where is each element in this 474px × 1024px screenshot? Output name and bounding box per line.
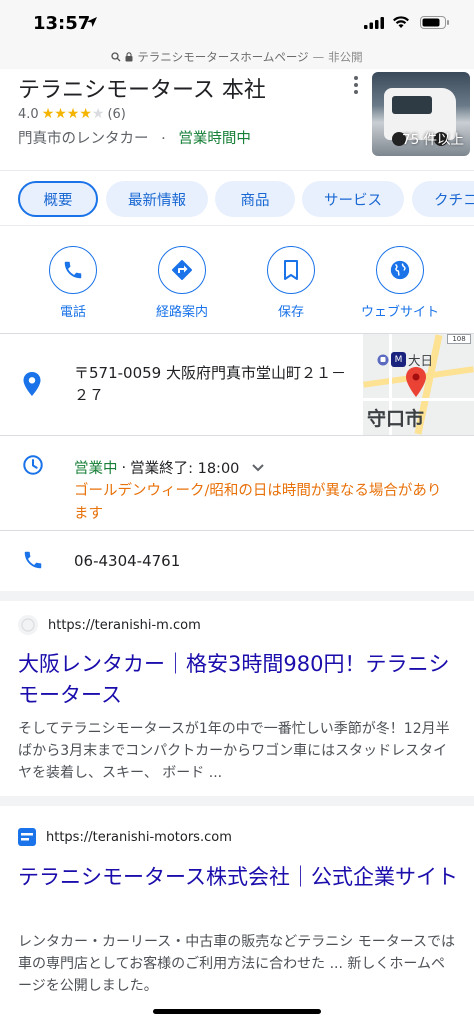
location-arrow-icon xyxy=(87,17,97,27)
phone-icon xyxy=(24,551,42,569)
url-bar-title: テラニシモータースホームページ xyxy=(137,49,309,64)
wifi-icon xyxy=(393,16,409,28)
category-row: 門真市のレンタカー · 営業時間中 xyxy=(18,127,251,148)
chevron-down-icon[interactable] xyxy=(251,463,265,473)
result-url: https://teranishi-motors.com xyxy=(46,829,232,845)
map-pin-icon xyxy=(406,367,426,397)
result-title-link[interactable]: 大阪レンタカー｜格安3時間980円！テラニシモータース xyxy=(18,649,458,711)
hours-row[interactable]: 営業中 · 営業終了: 18:00 ゴールデンウィーク/昭和の日は時間が異なる場… xyxy=(0,436,474,531)
map-thumbnail[interactable]: 108 M 大日 守口市 xyxy=(363,334,474,435)
route-shield: 108 xyxy=(447,334,471,344)
category-separator: · xyxy=(161,131,166,147)
train-station-icon xyxy=(377,354,389,365)
directions-button[interactable]: 経路案内 xyxy=(127,246,237,320)
directions-label: 経路案内 xyxy=(155,305,208,320)
map-city: 守口市 xyxy=(367,408,425,430)
hours-status: 営業中 · 営業終了: 18:00 xyxy=(74,457,265,478)
home-indicator[interactable] xyxy=(153,1009,321,1014)
tab-overview[interactable]: 概要 xyxy=(18,181,98,217)
battery-icon xyxy=(420,16,449,29)
status-time: 13:57 xyxy=(33,13,91,34)
call-label: 電話 xyxy=(59,305,86,320)
website-label: ウェブサイト xyxy=(360,305,439,320)
hours-separator: · xyxy=(121,459,127,476)
section-divider xyxy=(0,796,474,806)
lock-icon xyxy=(125,51,133,61)
result-title-link[interactable]: テラニシモータース株式会社｜公式企業サイト xyxy=(18,862,458,893)
url-bar-separator: — xyxy=(312,49,325,64)
hours-notice: ゴールデンウィーク/昭和の日は時間が異なる場合があります xyxy=(74,483,442,522)
clock-icon xyxy=(23,455,43,475)
result-snippet: レンタカー・カーリース・中古車の販売などテラニシ モータースでは車の専門店として… xyxy=(18,934,456,994)
status-bar: 13:57 xyxy=(0,0,474,44)
phone-icon xyxy=(64,261,82,279)
phone-number: 06-4304-4761 xyxy=(74,552,181,570)
place-title: テラニシモータース 本社 xyxy=(18,78,266,103)
photo-count: 75 件以上 xyxy=(402,132,464,148)
address-row[interactable]: 〒571-0059 大阪府門真市堂山町２１－２７ 108 M 大日 守口市 xyxy=(0,334,474,436)
tab-updates[interactable]: 最新情報 xyxy=(106,181,208,217)
tab-products[interactable]: 商品 xyxy=(215,181,295,217)
site-favicon-icon xyxy=(18,828,36,846)
hours-open: 営業中 xyxy=(74,461,118,477)
review-count: (6) xyxy=(107,106,126,122)
hours-closing: 営業終了: 18:00 xyxy=(130,461,240,477)
rating-row[interactable]: 4.0 ★★★★★ (6) xyxy=(18,106,126,122)
place-photo[interactable]: 75 件以上 xyxy=(372,72,470,156)
address-text: 〒571-0059 大阪府門真市堂山町２１－２７ xyxy=(74,364,346,404)
call-button[interactable]: 電話 xyxy=(18,246,128,320)
result-url: https://teranishi-m.com xyxy=(48,617,201,633)
result-snippet: そしてテラニシモータースが1年の中で一番忙しい季節が冬！12月半ばから3月末まで… xyxy=(18,721,450,781)
section-divider xyxy=(0,591,474,601)
result-site[interactable]: https://teranishi-m.com xyxy=(18,615,201,635)
save-label: 保存 xyxy=(277,305,304,320)
tab-chips: 概要 最新情報 商品 サービス クチコミ xyxy=(0,170,474,226)
rating-value: 4.0 xyxy=(18,106,39,122)
result-site[interactable]: https://teranishi-motors.com xyxy=(18,828,232,846)
globe-icon xyxy=(390,260,410,280)
url-bar[interactable]: テラニシモータースホームページ — 非公開 xyxy=(0,44,474,69)
action-buttons: 電話 経路案内 保存 ウェブサイト xyxy=(0,226,474,334)
url-bar-security: 非公開 xyxy=(328,49,363,64)
open-status: 営業時間中 xyxy=(178,131,251,147)
tab-services[interactable]: サービス xyxy=(302,181,404,217)
phone-row[interactable]: 06-4304-4761 xyxy=(0,531,474,591)
cellular-signal-icon xyxy=(364,17,384,29)
location-pin-icon xyxy=(23,372,41,396)
tab-reviews[interactable]: クチコミ xyxy=(412,181,474,217)
search-icon xyxy=(111,51,121,61)
save-button[interactable]: 保存 xyxy=(236,246,346,320)
bookmark-icon xyxy=(284,260,298,280)
place-category: 門真市のレンタカー xyxy=(18,131,149,147)
search-result: https://teranishi-motors.com テラニシモータース株式… xyxy=(0,806,474,1024)
globe-icon xyxy=(18,615,38,635)
website-button[interactable]: ウェブサイト xyxy=(345,246,455,320)
search-result: https://teranishi-m.com 大阪レンタカー｜格安3時間980… xyxy=(0,601,474,796)
station-line-badge: M xyxy=(391,352,406,367)
directions-icon xyxy=(172,260,192,280)
rating-stars: ★★★★★ xyxy=(41,106,105,122)
more-options-icon[interactable] xyxy=(350,76,362,96)
